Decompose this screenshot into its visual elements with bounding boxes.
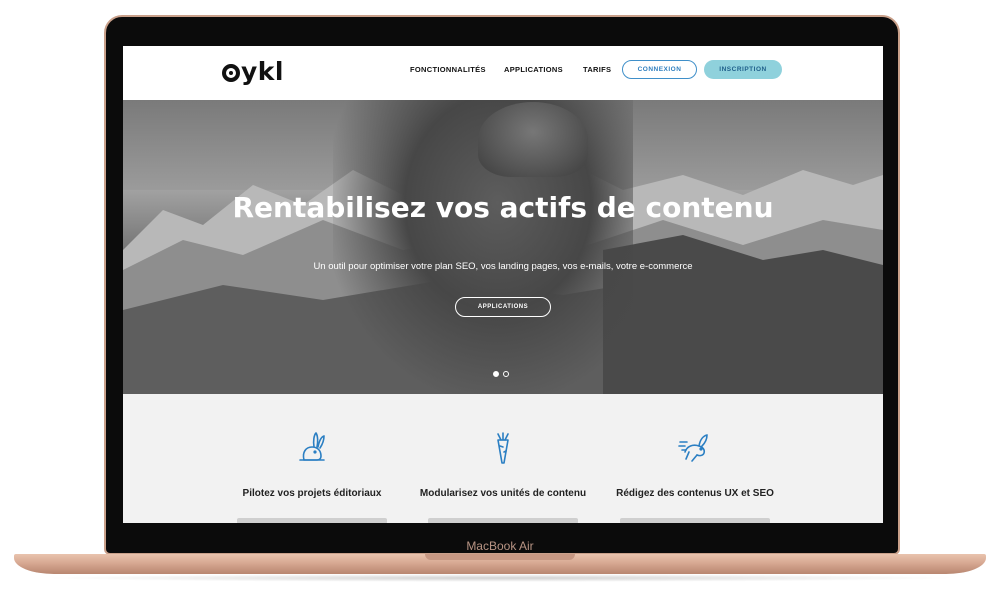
top-navbar: ykl FONCTIONNALITÉS APPLICATIONS TARIFS … [123,46,883,100]
carousel-dot-2[interactable] [503,371,509,377]
nav-link-tarifs[interactable]: TARIFS [583,65,611,74]
carrot-icon [497,432,509,464]
logo[interactable]: ykl [222,57,284,86]
nav-link-applications[interactable]: APPLICATIONS [504,65,563,74]
laptop-base-notch [425,554,575,560]
rabbit-icon [299,432,325,461]
laptop-shadow [40,574,960,582]
feature-description-placeholder [620,518,770,523]
feature-title: Modularisez vos unités de contenu [419,488,587,499]
carousel-dot-1[interactable] [493,371,499,377]
feature-title: Rédigez des contenus UX et SEO [616,488,774,499]
nav-link-fonctionnalites[interactable]: FONCTIONNALITÉS [410,65,486,74]
applications-cta-button[interactable]: APPLICATIONS [455,297,551,317]
feature-title: Pilotez vos projets éditoriaux [242,488,382,499]
logo-mark-icon [222,64,240,82]
login-button[interactable]: CONNEXION [622,60,697,79]
feature-description-placeholder [428,518,578,523]
signup-button[interactable]: INSCRIPTION [704,60,782,79]
logo-text: ykl [241,57,284,86]
hero-title: Rentabilisez vos actifs de contenu [232,191,774,224]
device-label: MacBook Air [466,539,534,553]
hero-carousel: Rentabilisez vos actifs de contenu Un ou… [123,100,883,394]
running-rabbit-icon [678,434,708,462]
feature-description-placeholder [237,518,387,523]
hero-hat-image [478,102,588,177]
screen: ykl FONCTIONNALITÉS APPLICATIONS TARIFS … [123,46,883,523]
features-section: Pilotez vos projets éditoriaux Modularis… [123,394,883,523]
hero-subtitle: Un outil pour optimiser votre plan SEO, … [313,261,693,272]
